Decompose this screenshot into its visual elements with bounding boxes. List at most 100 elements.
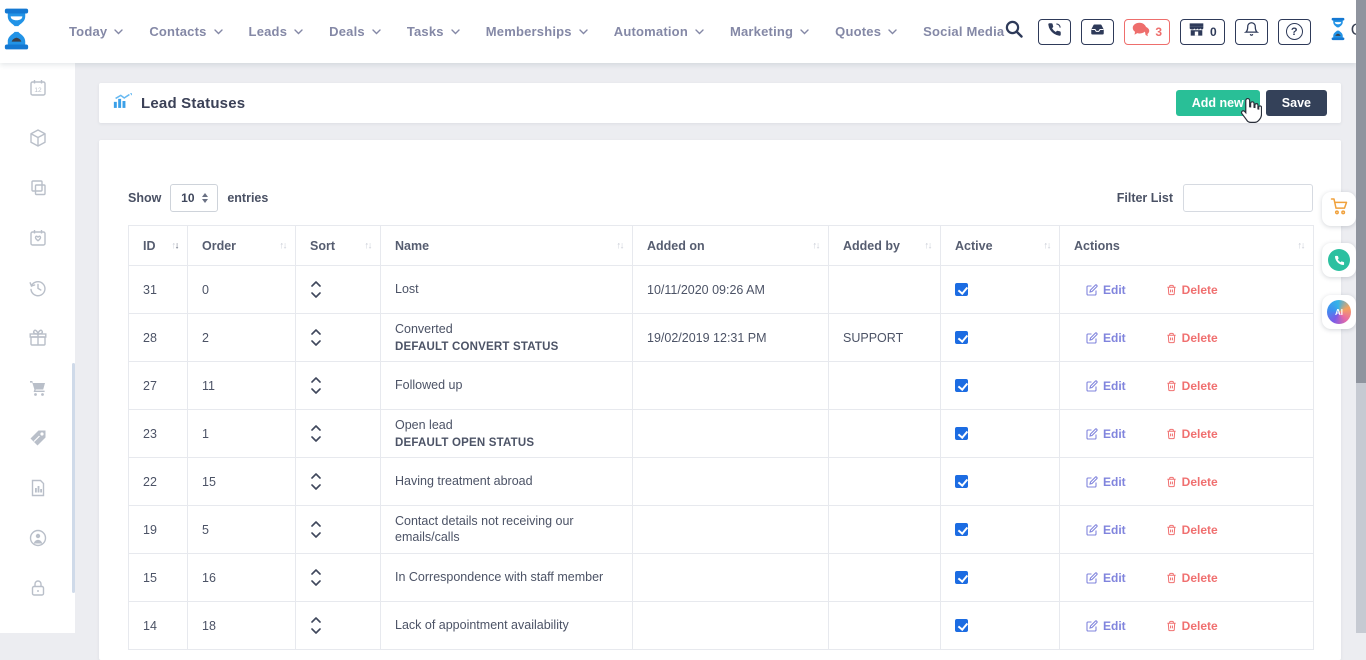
edit-link[interactable]: Edit — [1086, 427, 1126, 441]
delete-link[interactable]: Delete — [1166, 619, 1218, 633]
cell-added-by — [829, 410, 941, 458]
sidebar-item-calendar-heart[interactable] — [27, 230, 48, 251]
column-header-name[interactable]: Name↑↓ — [381, 226, 633, 266]
page-scrollbar[interactable] — [1356, 0, 1366, 633]
active-checkbox[interactable] — [955, 523, 968, 536]
move-down-icon[interactable] — [311, 292, 321, 298]
status-name: Having treatment abroad — [395, 474, 632, 490]
float-ai-button[interactable]: AI — [1322, 295, 1356, 329]
edit-link[interactable]: Edit — [1086, 379, 1126, 393]
delete-link[interactable]: Delete — [1166, 331, 1218, 345]
column-header-actions[interactable]: Actions↑↓ — [1060, 226, 1314, 266]
sidebar-item-lock[interactable] — [27, 580, 48, 601]
cell-id: 27 — [129, 362, 188, 410]
delete-link[interactable]: Delete — [1166, 523, 1218, 537]
move-up-icon[interactable] — [311, 377, 321, 383]
sidebar-item-history[interactable] — [27, 280, 48, 301]
add-new-button[interactable]: Add new — [1176, 90, 1260, 116]
cell-actions: Edit Delete — [1060, 602, 1314, 650]
sidebar-item-report[interactable] — [27, 480, 48, 501]
delete-link[interactable]: Delete — [1166, 571, 1218, 585]
sidebar-item-contact[interactable] — [27, 530, 48, 551]
nav-item[interactable]: Marketing — [730, 24, 809, 39]
sidebar-item-layers[interactable] — [27, 180, 48, 201]
edit-link[interactable]: Edit — [1086, 523, 1126, 537]
move-down-icon[interactable] — [311, 580, 321, 586]
float-cart-button[interactable] — [1322, 192, 1356, 226]
nav-item[interactable]: Today — [69, 24, 123, 39]
help-button[interactable]: ? — [1278, 19, 1311, 45]
move-up-icon[interactable] — [311, 329, 321, 335]
filter-input[interactable] — [1183, 184, 1313, 212]
column-header-added-by[interactable]: Added by↑↓ — [829, 226, 941, 266]
nav-item[interactable]: Deals — [329, 24, 381, 39]
trash-icon — [1166, 476, 1177, 488]
column-header-active[interactable]: Active↑↓ — [941, 226, 1060, 266]
move-up-icon[interactable] — [311, 617, 321, 623]
notifications-button[interactable] — [1235, 19, 1268, 45]
active-checkbox[interactable] — [955, 331, 968, 344]
active-checkbox[interactable] — [955, 619, 968, 632]
column-header-sort[interactable]: Sort↑↓ — [296, 226, 381, 266]
cell-id: 15 — [129, 554, 188, 602]
chevron-down-icon — [214, 29, 223, 35]
delete-link[interactable]: Delete — [1166, 379, 1218, 393]
sidebar-item-package[interactable] — [27, 130, 48, 151]
move-down-icon[interactable] — [311, 340, 321, 346]
chevron-down-icon — [800, 29, 809, 35]
nav-item[interactable]: Social Media — [923, 24, 1004, 39]
column-header-added-on[interactable]: Added on↑↓ — [633, 226, 829, 266]
phone-button[interactable] — [1038, 19, 1071, 45]
delete-link[interactable]: Delete — [1166, 427, 1218, 441]
move-up-icon[interactable] — [311, 569, 321, 575]
app-logo[interactable] — [0, 8, 33, 55]
inbox-button[interactable] — [1081, 19, 1114, 45]
delete-link[interactable]: Delete — [1166, 283, 1218, 297]
edit-link[interactable]: Edit — [1086, 619, 1126, 633]
move-up-icon[interactable] — [311, 281, 321, 287]
edit-link[interactable]: Edit — [1086, 331, 1126, 345]
store-button[interactable]: 0 — [1180, 19, 1225, 45]
edit-link[interactable]: Edit — [1086, 571, 1126, 585]
active-checkbox[interactable] — [955, 475, 968, 488]
active-checkbox[interactable] — [955, 571, 968, 584]
nav-item[interactable]: Quotes — [835, 24, 897, 39]
edit-link[interactable]: Edit — [1086, 475, 1126, 489]
chat-button[interactable]: 3 — [1124, 19, 1170, 45]
active-checkbox[interactable] — [955, 427, 968, 440]
move-down-icon[interactable] — [311, 484, 321, 490]
move-down-icon[interactable] — [311, 532, 321, 538]
float-phone-button[interactable] — [1322, 243, 1356, 277]
nav-item[interactable]: Memberships — [486, 24, 588, 39]
move-down-icon[interactable] — [311, 388, 321, 394]
nav-item[interactable]: Automation — [614, 24, 704, 39]
scrollbar-thumb[interactable] — [1356, 0, 1366, 383]
status-name: Followed up — [395, 378, 632, 394]
save-button[interactable]: Save — [1266, 90, 1327, 116]
column-header-order[interactable]: Order↑↓ — [188, 226, 296, 266]
move-up-icon[interactable] — [311, 521, 321, 527]
search-icon[interactable] — [1004, 19, 1024, 44]
delete-link[interactable]: Delete — [1166, 475, 1218, 489]
sidebar-item-cart[interactable] — [27, 380, 48, 401]
show-label: Show — [128, 191, 161, 205]
page-header: Lead Statuses Add new Save — [99, 83, 1341, 123]
sidebar-item-calendar[interactable]: 12 — [27, 80, 48, 101]
nav-item[interactable]: Tasks — [407, 24, 460, 39]
sidebar-item-tag[interactable] — [27, 430, 48, 451]
move-down-icon[interactable] — [311, 436, 321, 442]
active-checkbox[interactable] — [955, 379, 968, 392]
page-size-select[interactable]: 10 — [170, 184, 218, 212]
column-header-id[interactable]: ID↑↓ — [129, 226, 188, 266]
sidebar-item-gift[interactable] — [27, 330, 48, 351]
nav-item[interactable]: Leads — [249, 24, 304, 39]
sidebar-scrollbar-thumb[interactable] — [72, 363, 75, 593]
move-up-icon[interactable] — [311, 473, 321, 479]
move-up-icon[interactable] — [311, 425, 321, 431]
cell-active — [941, 554, 1060, 602]
active-checkbox[interactable] — [955, 283, 968, 296]
move-down-icon[interactable] — [311, 628, 321, 634]
trash-icon — [1166, 380, 1177, 392]
edit-link[interactable]: Edit — [1086, 283, 1126, 297]
nav-item[interactable]: Contacts — [149, 24, 222, 39]
